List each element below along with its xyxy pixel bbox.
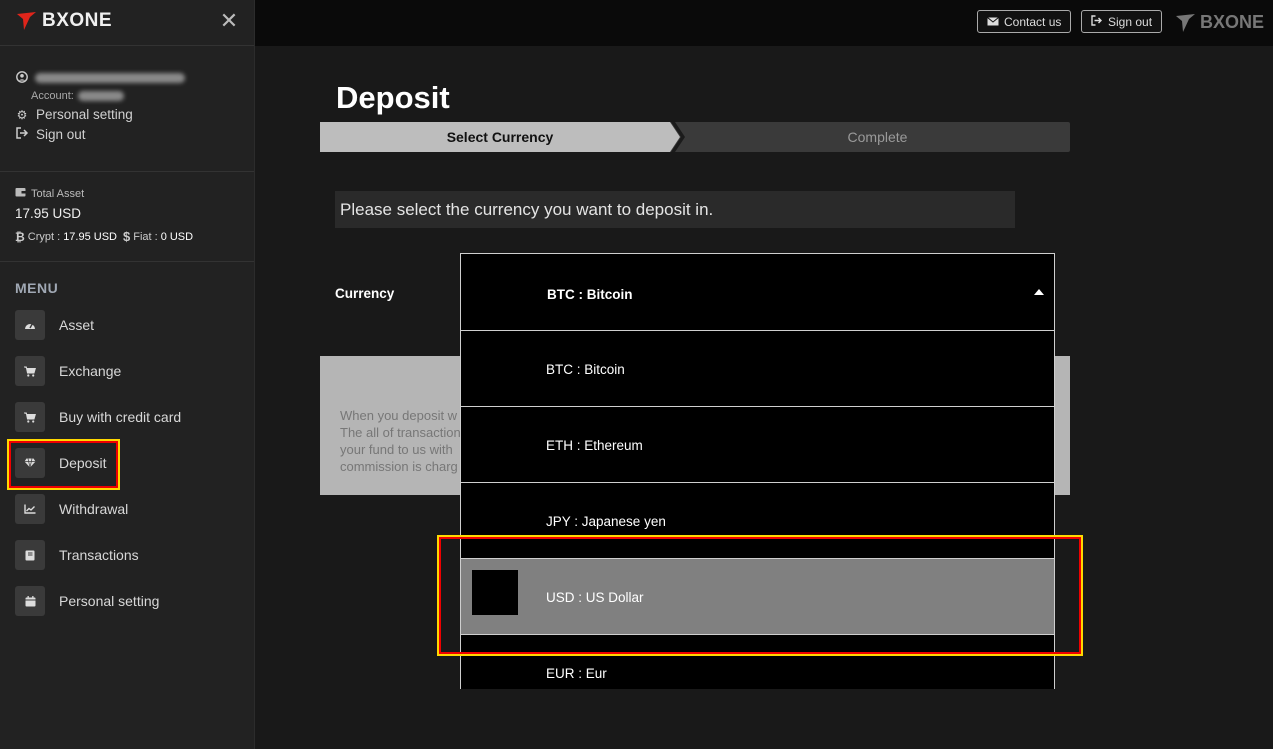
currency-select-value: BTC : Bitcoin	[547, 287, 633, 302]
total-asset-label: Total Asset	[31, 187, 85, 200]
menu-item-label: Exchange	[59, 363, 122, 379]
currency-option-eth[interactable]: ETH : Ethereum	[461, 407, 1054, 483]
user-block: Account: ⚙ Personal setting Sign out	[0, 46, 254, 172]
caret-up-icon	[1034, 289, 1044, 295]
sign-out-icon	[15, 127, 29, 142]
logo-mark-icon	[1176, 13, 1195, 32]
fiat-value: 0 USD	[160, 230, 194, 243]
step-progress: Select Currency Complete	[320, 122, 1070, 152]
dollar-icon: $	[123, 229, 131, 244]
top-bar: Contact us Sign out BXONE	[255, 0, 1273, 46]
calendar-icon	[15, 586, 45, 616]
account-row: Account:	[15, 90, 254, 102]
option-label: BTC : Bitcoin	[546, 362, 625, 377]
personal-setting-label: Personal setting	[36, 107, 133, 122]
cart-icon	[15, 356, 45, 386]
menu-item-buy-credit-card[interactable]: Buy with credit card	[15, 402, 181, 432]
top-sign-out-label: Sign out	[1108, 14, 1153, 29]
step-select-currency: Select Currency	[320, 122, 680, 152]
logo-mark-icon	[17, 12, 36, 30]
menu-item-personal-setting[interactable]: Personal setting	[15, 586, 181, 616]
fiat-label: Fiat :	[133, 230, 158, 243]
account-label: Account:	[31, 90, 74, 102]
menu-item-label: Withdrawal	[59, 501, 129, 517]
option-label: ETH : Ethereum	[546, 438, 643, 453]
cart-icon	[15, 402, 45, 432]
sidebar-header: BXONE ✕	[0, 0, 254, 46]
sidebar: BXONE ✕ Account: ⚙ Personal setting Sign…	[0, 0, 255, 749]
top-brand-logo[interactable]: BXONE	[1175, 12, 1264, 33]
crypt-label: Crypt :	[27, 230, 61, 243]
bitcoin-icon: ₿	[15, 229, 25, 244]
sign-out-label: Sign out	[36, 127, 86, 142]
currency-select[interactable]: BTC : Bitcoin	[460, 253, 1055, 331]
option-label: EUR : Eur	[546, 666, 607, 681]
book-icon	[15, 540, 45, 570]
page-title: Deposit	[336, 80, 450, 115]
user-circle-icon	[15, 70, 29, 86]
deposit-highlight-box	[7, 439, 120, 490]
crypt-value: 17.95 USD	[63, 230, 117, 243]
asset-breakdown: ₿ Crypt : 17.95 USD $ Fiat : 0 USD	[15, 229, 254, 244]
wallet-icon	[15, 187, 26, 200]
menu-item-label: Transactions	[59, 547, 139, 563]
account-id-redacted	[77, 91, 124, 101]
brand-name: BXONE	[42, 10, 113, 31]
menu-item-label: Buy with credit card	[59, 409, 182, 425]
chart-icon	[15, 494, 45, 524]
personal-setting-link[interactable]: ⚙ Personal setting	[15, 107, 254, 122]
dashboard-icon	[15, 310, 45, 340]
top-brand-name: BXONE	[1200, 12, 1265, 32]
step-complete: Complete	[847, 129, 908, 145]
contact-us-button[interactable]: Contact us	[977, 10, 1072, 33]
menu-item-exchange[interactable]: Exchange	[15, 356, 181, 386]
instruction-text: Please select the currency you want to d…	[335, 191, 1015, 228]
top-sign-out-button[interactable]: Sign out	[1081, 10, 1163, 33]
currency-label: Currency	[335, 286, 395, 301]
menu-item-asset[interactable]: Asset	[15, 310, 181, 340]
menu-item-label: Asset	[59, 317, 95, 333]
menu-title: MENU	[15, 280, 59, 296]
contact-us-label: Contact us	[1004, 14, 1062, 29]
currency-option-btc[interactable]: BTC : Bitcoin	[461, 331, 1054, 407]
usd-highlight-box	[437, 535, 1083, 656]
menu-item-withdrawal[interactable]: Withdrawal	[15, 494, 181, 524]
option-label: JPY : Japanese yen	[546, 514, 666, 529]
menu-item-transactions[interactable]: Transactions	[15, 540, 181, 570]
total-asset-block: Total Asset 17.95 USD ₿ Crypt : 17.95 US…	[0, 172, 254, 262]
sign-out-icon	[1091, 14, 1103, 29]
envelope-icon	[987, 15, 999, 29]
user-email-row	[15, 70, 254, 86]
brand-logo[interactable]: BXONE	[16, 10, 112, 32]
gear-icon: ⚙	[16, 107, 28, 122]
user-email-redacted	[35, 73, 185, 83]
total-asset-title: Total Asset	[15, 187, 254, 200]
close-sidebar-button[interactable]: ✕	[218, 10, 240, 32]
menu-item-label: Personal setting	[59, 593, 160, 609]
sign-out-link[interactable]: Sign out	[15, 127, 254, 142]
total-asset-value: 17.95 USD	[15, 206, 82, 221]
